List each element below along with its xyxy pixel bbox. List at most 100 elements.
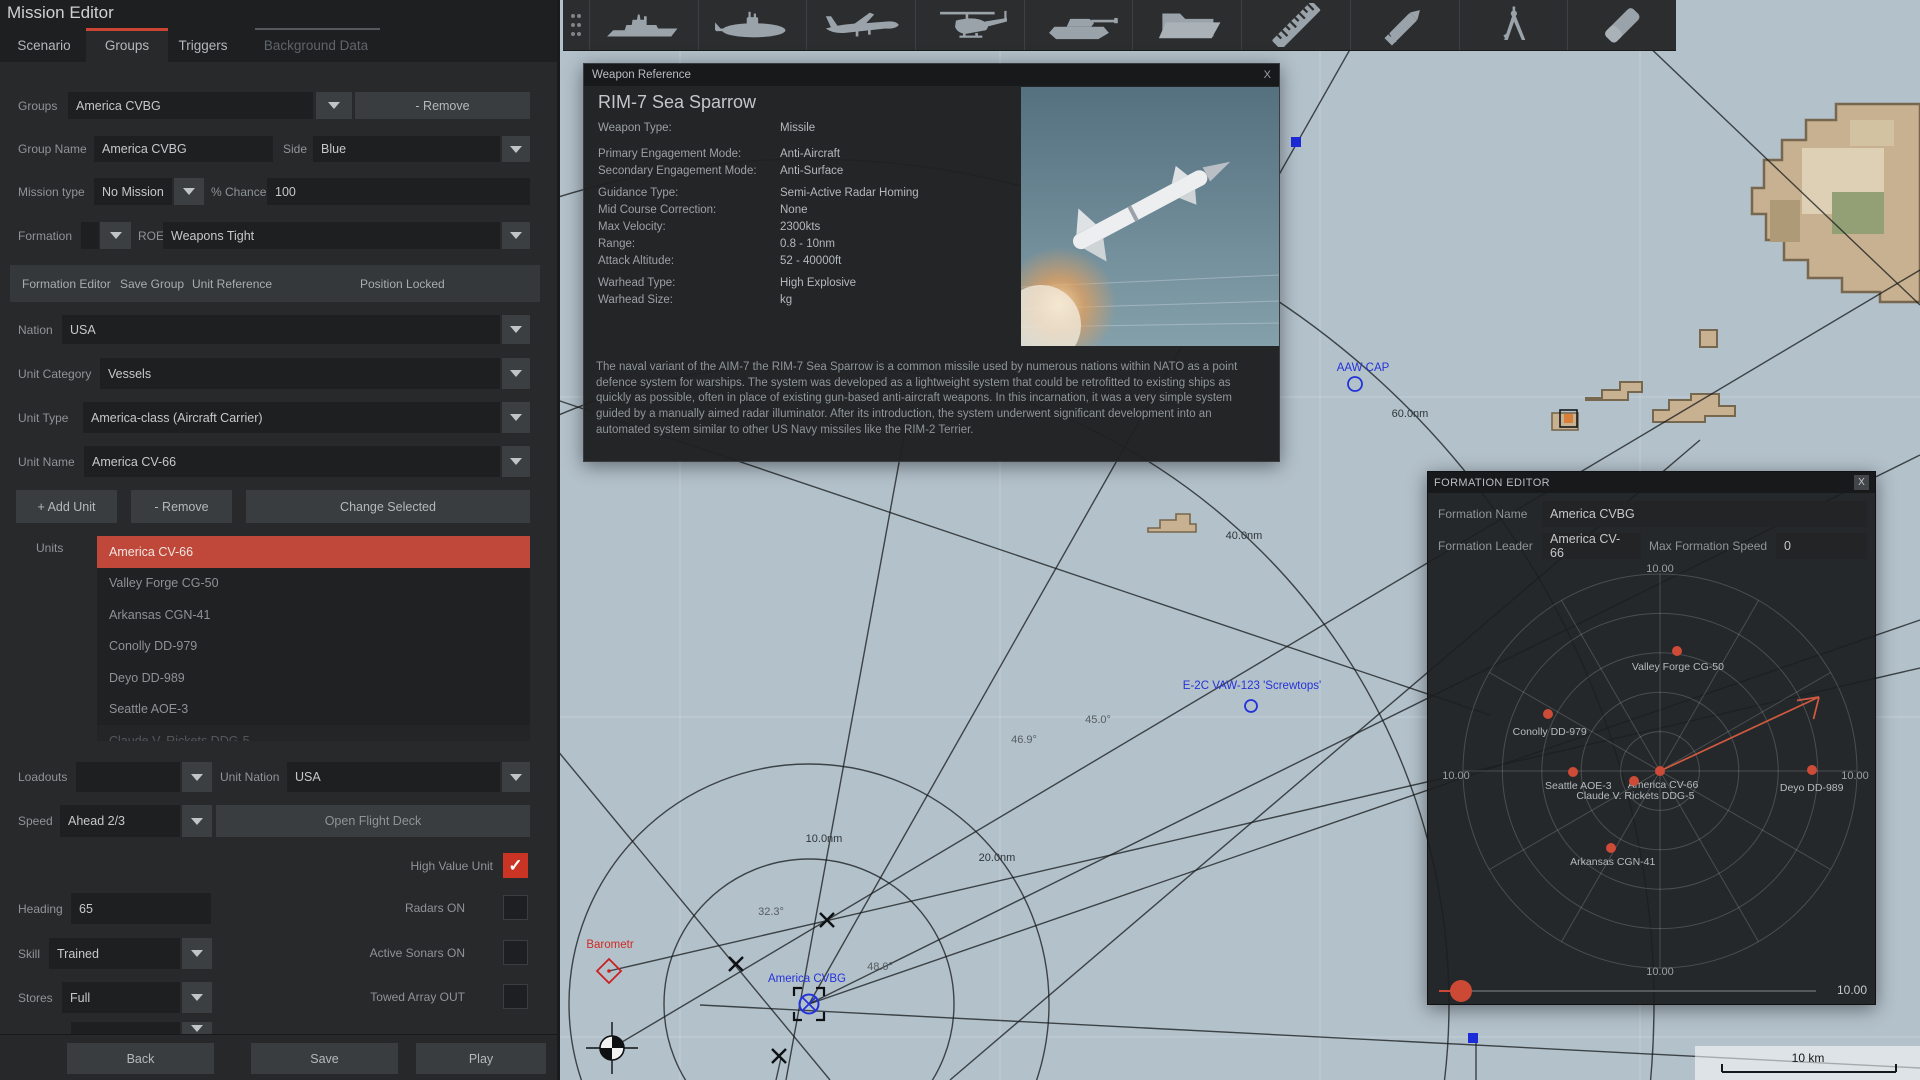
spec-label: Secondary Engagement Mode: [598,164,757,177]
pencil-icon [1384,10,1420,46]
position-locked-toggle[interactable]: Position Locked [360,265,445,302]
formation-label: Formation [18,228,73,243]
toolbar-drag-handle-icon[interactable] [563,0,590,50]
unit-list-item[interactable]: Deyo DD-989 [97,662,530,694]
unit-name-dropdown-button[interactable] [502,446,530,477]
stores-dropdown-button[interactable] [182,982,212,1013]
unit-list-item-selected[interactable]: America CV-66 [97,536,530,568]
aaw-cap-label[interactable]: AAW CAP [1337,362,1390,374]
open-flight-deck-button[interactable]: Open Flight Deck [216,805,530,837]
unit-category-dropdown-button[interactable] [502,358,530,389]
weapon-photo [1021,87,1279,346]
loadouts-dropdown-button[interactable] [182,762,212,792]
towed-array-checkbox[interactable] [503,984,528,1009]
friendly-unit-square-bottom[interactable] [1468,1033,1478,1043]
back-button[interactable]: Back [67,1043,214,1074]
remove-unit-button[interactable]: - Remove [131,490,232,523]
formation-ship-dot[interactable] [1605,842,1616,853]
max-formation-speed-input[interactable]: 0 [1776,533,1867,559]
unit-list-item[interactable]: Conolly DD-979 [97,630,530,662]
unit-list-item[interactable]: Seattle AOE-3 [97,693,530,725]
formation-ship-label: Claude V. Rickets DDG-5 [1576,789,1695,802]
roe-dropdown-button[interactable] [502,222,530,249]
close-icon[interactable]: X [1854,475,1869,490]
speed-select[interactable]: Ahead 2/3 [60,805,180,837]
chance-input[interactable]: 100 [267,178,530,205]
unit-list-item-clipped[interactable]: Claude V. Rickets DDG-5 [97,725,530,741]
heading-input[interactable]: 65 [71,893,211,924]
groups-dropdown-button[interactable] [316,92,352,119]
unit-nation-select[interactable]: USA [287,762,500,792]
max-formation-speed-label: Max Formation Speed [1649,539,1768,553]
high-value-unit-checkbox[interactable] [503,853,528,878]
formation-ship-dot[interactable] [1671,645,1682,656]
nation-dropdown-button[interactable] [502,315,530,344]
e2c-label[interactable]: E-2C VAW-123 'Screwtops' [1183,680,1321,692]
speed-dropdown-button[interactable] [182,805,212,837]
play-button[interactable]: Play [416,1043,546,1074]
nation-select[interactable]: USA [62,315,500,344]
unit-reference-button[interactable]: Unit Reference [192,265,272,302]
formation-ship-dot[interactable] [1542,708,1553,719]
add-unit-button[interactable]: + Add Unit [16,490,117,523]
tab-background-data[interactable]: Background Data [250,28,382,62]
slider-track[interactable] [1439,990,1816,992]
formation-ship-dot[interactable] [1655,766,1665,776]
save-group-button[interactable]: Save Group [120,265,184,302]
weapon-reference-titlebar[interactable]: Weapon Reference X [584,64,1279,86]
erase-button[interactable] [1568,0,1676,50]
tab-scenario[interactable]: Scenario [8,28,80,62]
skill-dropdown-button[interactable] [182,938,212,969]
formation-editor-button[interactable]: Formation Editor [22,265,111,302]
barometr-label[interactable]: Barometr [586,939,633,951]
tab-groups[interactable]: Groups [86,28,168,62]
close-icon[interactable]: X [1264,69,1271,81]
radars-on-checkbox[interactable] [503,895,528,920]
side-select[interactable]: Blue [313,136,500,162]
formation-ship-dot[interactable] [1806,765,1817,775]
add-warship-button[interactable] [590,0,699,50]
tab-triggers[interactable]: Triggers [172,28,234,62]
unit-nation-dropdown-button[interactable] [502,762,530,792]
formation-name-input[interactable]: America CVBG [1542,501,1867,527]
formation-range-slider[interactable]: 10.00 [1428,976,1877,1006]
add-tank-button[interactable] [1025,0,1134,50]
america-cvbg-label[interactable]: America CVBG [768,973,846,985]
groups-select[interactable]: America CVBG [68,92,313,119]
range-label-10nm: 10.0nm [805,833,843,845]
group-name-input[interactable]: America CVBG [94,136,273,162]
unit-category-select[interactable]: Vessels [100,358,500,389]
save-button[interactable]: Save [251,1043,398,1074]
unit-list-item[interactable]: Valley Forge CG-50 [97,567,530,599]
roe-select[interactable]: Weapons Tight [163,222,500,249]
mission-type-dropdown-button[interactable] [174,178,204,205]
formation-chart[interactable]: 10.00 10.00 10.00 10.00 America CV-66 Val… [1428,561,1877,978]
side-dropdown-button[interactable] [502,136,530,162]
add-aircraft-button[interactable] [807,0,917,50]
friendly-unit-square-top[interactable] [1291,137,1301,147]
unit-type-select[interactable]: America-class (Aircraft Carrier) [83,402,500,433]
unit-list-item[interactable]: Arkansas CGN-41 [97,599,530,631]
unit-name-select[interactable]: America CV-66 [84,446,500,477]
formation-select[interactable] [81,222,99,249]
spec-value: 0.8 - 10nm [780,237,835,250]
add-helicopter-button[interactable] [916,0,1025,50]
draw-button[interactable] [1351,0,1460,50]
change-selected-button[interactable]: Change Selected [246,490,530,523]
page-title: Mission Editor [7,3,114,22]
slider-knob[interactable] [1450,980,1472,1002]
skill-select[interactable]: Trained [49,938,180,969]
formation-editor-titlebar[interactable]: FORMATION EDITOR X [1428,472,1875,493]
loadouts-select[interactable] [76,762,180,792]
formation-leader-select[interactable]: America CV-66 [1542,532,1641,560]
remove-group-button[interactable]: - Remove [355,92,530,119]
active-sonars-checkbox[interactable] [503,940,528,965]
open-file-button[interactable] [1133,0,1243,50]
measure-button[interactable] [1242,0,1351,50]
unit-type-dropdown-button[interactable] [502,402,530,433]
stores-select[interactable]: Full [62,982,180,1013]
mission-type-select[interactable]: No Mission [94,178,172,205]
plot-course-button[interactable] [1460,0,1569,50]
formation-dropdown-button[interactable] [100,222,131,249]
add-submarine-button[interactable] [699,0,808,50]
